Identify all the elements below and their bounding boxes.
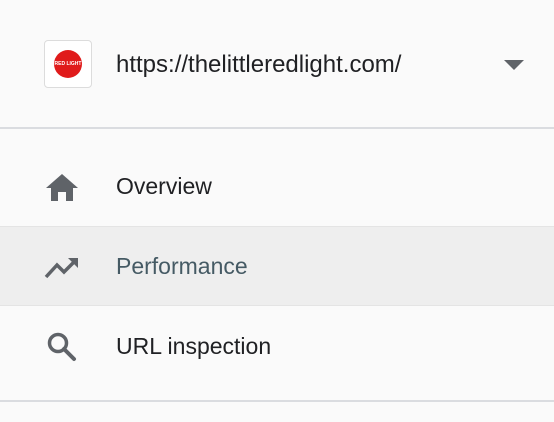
- site-favicon: RED LIGHT: [44, 40, 92, 88]
- nav-item-url-inspection[interactable]: URL inspection: [0, 307, 554, 387]
- divider: [0, 400, 554, 402]
- nav-item-overview[interactable]: Overview: [0, 147, 554, 227]
- trending-up-icon: [44, 251, 80, 283]
- nav-label-performance: Performance: [116, 253, 248, 279]
- nav-item-performance[interactable]: Performance: [0, 226, 554, 306]
- property-selector[interactable]: RED LIGHT https://thelittleredlight.com/: [0, 0, 554, 128]
- search-icon: [44, 331, 80, 363]
- nav-label-url-inspection: URL inspection: [116, 333, 272, 359]
- divider: [0, 127, 554, 129]
- nav-label-overview: Overview: [116, 173, 212, 199]
- home-icon: [44, 171, 80, 203]
- arrow-drop-down-icon[interactable]: [502, 58, 526, 72]
- property-url[interactable]: https://thelittleredlight.com/: [116, 50, 401, 80]
- favicon-logo: RED LIGHT: [54, 50, 82, 78]
